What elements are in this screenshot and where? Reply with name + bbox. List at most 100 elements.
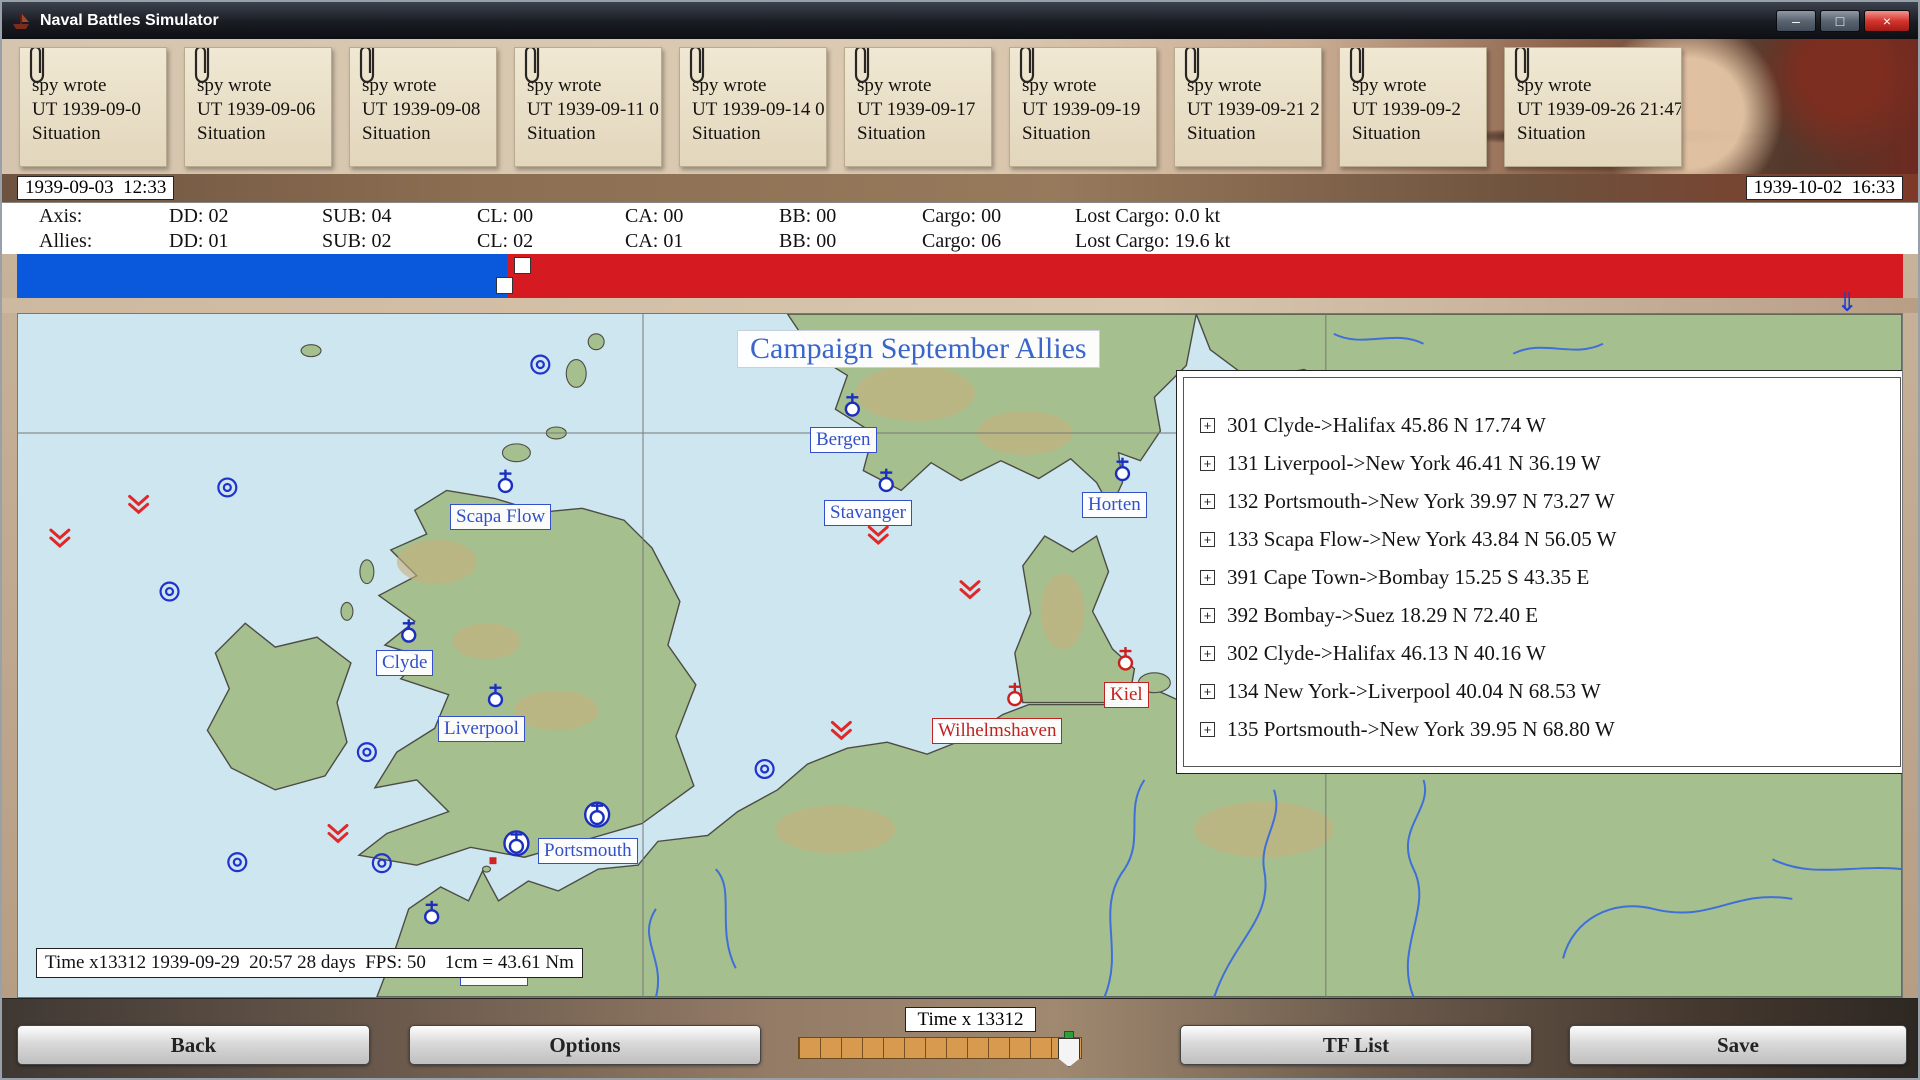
force-summary: Axis: DD: 02 SUB: 04 CL: 00 CA: 00 BB: 0…: [2, 202, 1918, 254]
paperclip-icon: [358, 47, 376, 86]
ship-marker-allied[interactable]: [1116, 458, 1129, 480]
port-label-stavanger[interactable]: Stavanger: [824, 500, 912, 526]
expand-icon[interactable]: +: [1200, 494, 1215, 509]
expand-icon[interactable]: +: [1200, 722, 1215, 737]
port-label-kiel[interactable]: Kiel: [1104, 682, 1149, 708]
back-button[interactable]: Back: [17, 1025, 370, 1065]
app-icon: [10, 10, 32, 32]
route-row[interactable]: + 131 Liverpool->New York 46.41 N 36.19 …: [1200, 444, 1900, 482]
paperclip-icon: [688, 47, 706, 86]
port-label-liverpool[interactable]: Liverpool: [438, 716, 525, 742]
sim-status-line: Time x13312 1939-09-29 20:57 28 days FPS…: [36, 948, 583, 978]
stat-cell: Lost Cargo: 0.0 kt: [1075, 205, 1918, 228]
ship-marker-allied-circled[interactable]: [504, 830, 528, 855]
ship-marker-allied-circled[interactable]: [585, 802, 609, 827]
route-row[interactable]: + 133 Scapa Flow->New York 43.84 N 56.05…: [1200, 520, 1900, 558]
options-button[interactable]: Options: [409, 1025, 761, 1065]
close-button[interactable]: ×: [1864, 10, 1910, 32]
shetland-isle: [588, 334, 604, 350]
port-label-horten[interactable]: Horten: [1082, 492, 1147, 518]
expand-icon[interactable]: +: [1200, 532, 1215, 547]
stat-cell: SUB: 02: [322, 230, 477, 253]
route-row[interactable]: + 301 Clyde->Halifax 45.86 N 17.74 W: [1200, 406, 1900, 444]
route-row[interactable]: + 302 Clyde->Halifax 46.13 N 40.16 W: [1200, 634, 1900, 672]
ship-marker-allied[interactable]: [489, 684, 502, 706]
spy-report-note[interactable]: spy wrote UT 1939-09-21 2 Situation: [1174, 47, 1322, 167]
route-row[interactable]: + 132 Portsmouth->New York 39.97 N 73.27…: [1200, 482, 1900, 520]
expand-icon[interactable]: +: [1200, 456, 1215, 471]
stat-cell: SUB: 04: [322, 205, 477, 228]
spy-report-note[interactable]: spy wrote UT 1939-09-2 Situation: [1339, 47, 1487, 167]
campaign-map[interactable]: Scapa Flow Bergen Stavanger Horten Clyde…: [17, 313, 1903, 998]
orkney-isle: [502, 444, 530, 462]
campaign-start-date: 1939-09-03 12:33: [17, 176, 174, 200]
tf-list-button[interactable]: TF List: [1180, 1025, 1532, 1065]
allies-stats-row: Allies: DD: 01 SUB: 02 CL: 02 CA: 01 BB:…: [2, 229, 1918, 254]
stat-cell: CL: 02: [477, 230, 625, 253]
stat-cell: CA: 00: [625, 205, 779, 228]
spy-report-note[interactable]: spy wrote UT 1939-09-0 Situation: [19, 47, 167, 167]
ship-marker-allied[interactable]: [402, 619, 415, 641]
campaign-end-date: 1939-10-02 16:33: [1746, 176, 1903, 200]
port-label-scapa-flow[interactable]: Scapa Flow: [450, 504, 551, 530]
channel-isle: [483, 866, 491, 872]
route-row[interactable]: + 134 New York->Liverpool 40.04 N 68.53 …: [1200, 672, 1900, 710]
stat-cell: BB: 00: [779, 230, 922, 253]
stat-cell: Lost Cargo: 19.6 kt: [1075, 230, 1918, 253]
hebrides-isle: [360, 560, 374, 584]
time-speed-slider-track[interactable]: [798, 1037, 1082, 1059]
bottom-control-bar: Back Options Time x 13312 TF List Save: [2, 998, 1918, 1078]
expand-icon[interactable]: +: [1200, 684, 1215, 699]
stat-cell: Cargo: 06: [922, 230, 1075, 253]
ship-marker-allied[interactable]: [880, 469, 893, 491]
route-text: 132 Portsmouth->New York 39.97 N 73.27 W: [1227, 489, 1615, 514]
app-window: Naval Battles Simulator – □ × spy wrote …: [0, 0, 1920, 1080]
expand-icon[interactable]: +: [1200, 570, 1215, 585]
ship-marker-axis[interactable]: [1119, 647, 1132, 669]
time-speed-slider-handle[interactable]: [1058, 1031, 1078, 1065]
route-text: 135 Portsmouth->New York 39.95 N 68.80 W: [1227, 717, 1615, 742]
route-row[interactable]: + 135 Portsmouth->New York 39.95 N 68.80…: [1200, 710, 1900, 748]
expand-icon[interactable]: +: [1200, 418, 1215, 433]
paperclip-icon: [193, 47, 211, 86]
ship-marker-axis[interactable]: [1008, 683, 1021, 705]
stat-cell: Axis:: [39, 205, 169, 228]
axis-stats-row: Axis: DD: 02 SUB: 04 CL: 00 CA: 00 BB: 0…: [2, 204, 1918, 229]
expand-icon[interactable]: +: [1200, 608, 1215, 623]
spy-report-note[interactable]: spy wrote UT 1939-09-17 Situation: [844, 47, 992, 167]
port-label-wilhelmshaven[interactable]: Wilhelmshaven: [932, 718, 1062, 744]
spy-report-note[interactable]: spy wrote UT 1939-09-19 Situation: [1009, 47, 1157, 167]
port-label-portsmouth[interactable]: Portsmouth: [538, 838, 638, 864]
spy-report-note[interactable]: spy wrote UT 1939-09-11 0 Situation: [514, 47, 662, 167]
route-text: 134 New York->Liverpool 40.04 N 68.53 W: [1227, 679, 1601, 704]
spy-report-note[interactable]: spy wrote UT 1939-09-06 Situation: [184, 47, 332, 167]
hebrides-isle: [341, 602, 353, 620]
route-row[interactable]: + 391 Cape Town->Bombay 15.25 S 43.35 E: [1200, 558, 1900, 596]
ship-marker-allied[interactable]: [846, 393, 859, 415]
ship-marker-allied[interactable]: [499, 470, 512, 492]
route-text: 133 Scapa Flow->New York 43.84 N 56.05 W: [1227, 527, 1616, 552]
spy-report-note[interactable]: spy wrote UT 1939-09-08 Situation: [349, 47, 497, 167]
spy-report-note[interactable]: spy wrote UT 1939-09-14 0 Situation: [679, 47, 827, 167]
port-label-clyde[interactable]: Clyde: [376, 650, 433, 676]
expand-icon[interactable]: +: [1200, 646, 1215, 661]
stat-cell: Allies:: [39, 230, 169, 253]
minimize-button[interactable]: –: [1776, 10, 1816, 32]
shetland-isle: [566, 360, 586, 388]
stat-cell: BB: 00: [779, 205, 922, 228]
maximize-button[interactable]: □: [1820, 10, 1860, 32]
port-label-bergen[interactable]: Bergen: [810, 427, 877, 453]
paperclip-icon: [1183, 47, 1201, 86]
paperclip-icon: [853, 47, 871, 86]
route-row[interactable]: + 392 Bombay->Suez 18.29 N 72.40 E: [1200, 596, 1900, 634]
tonnage-slider-handle[interactable]: [514, 257, 531, 274]
axis-unit-dot[interactable]: [489, 857, 496, 864]
paperclip-icon: [1513, 47, 1531, 86]
ship-marker-allied[interactable]: [425, 901, 438, 923]
tonnage-slider-handle[interactable]: [496, 277, 513, 294]
spy-notes-strip: spy wrote UT 1939-09-0 Situation spy wro…: [2, 39, 1918, 174]
save-button[interactable]: Save: [1569, 1025, 1907, 1065]
spy-report-note[interactable]: spy wrote UT 1939-09-26 21:47 Situation: [1504, 47, 1682, 167]
route-text: 391 Cape Town->Bombay 15.25 S 43.35 E: [1227, 565, 1589, 590]
campaign-title: Campaign September Allies: [737, 330, 1100, 368]
